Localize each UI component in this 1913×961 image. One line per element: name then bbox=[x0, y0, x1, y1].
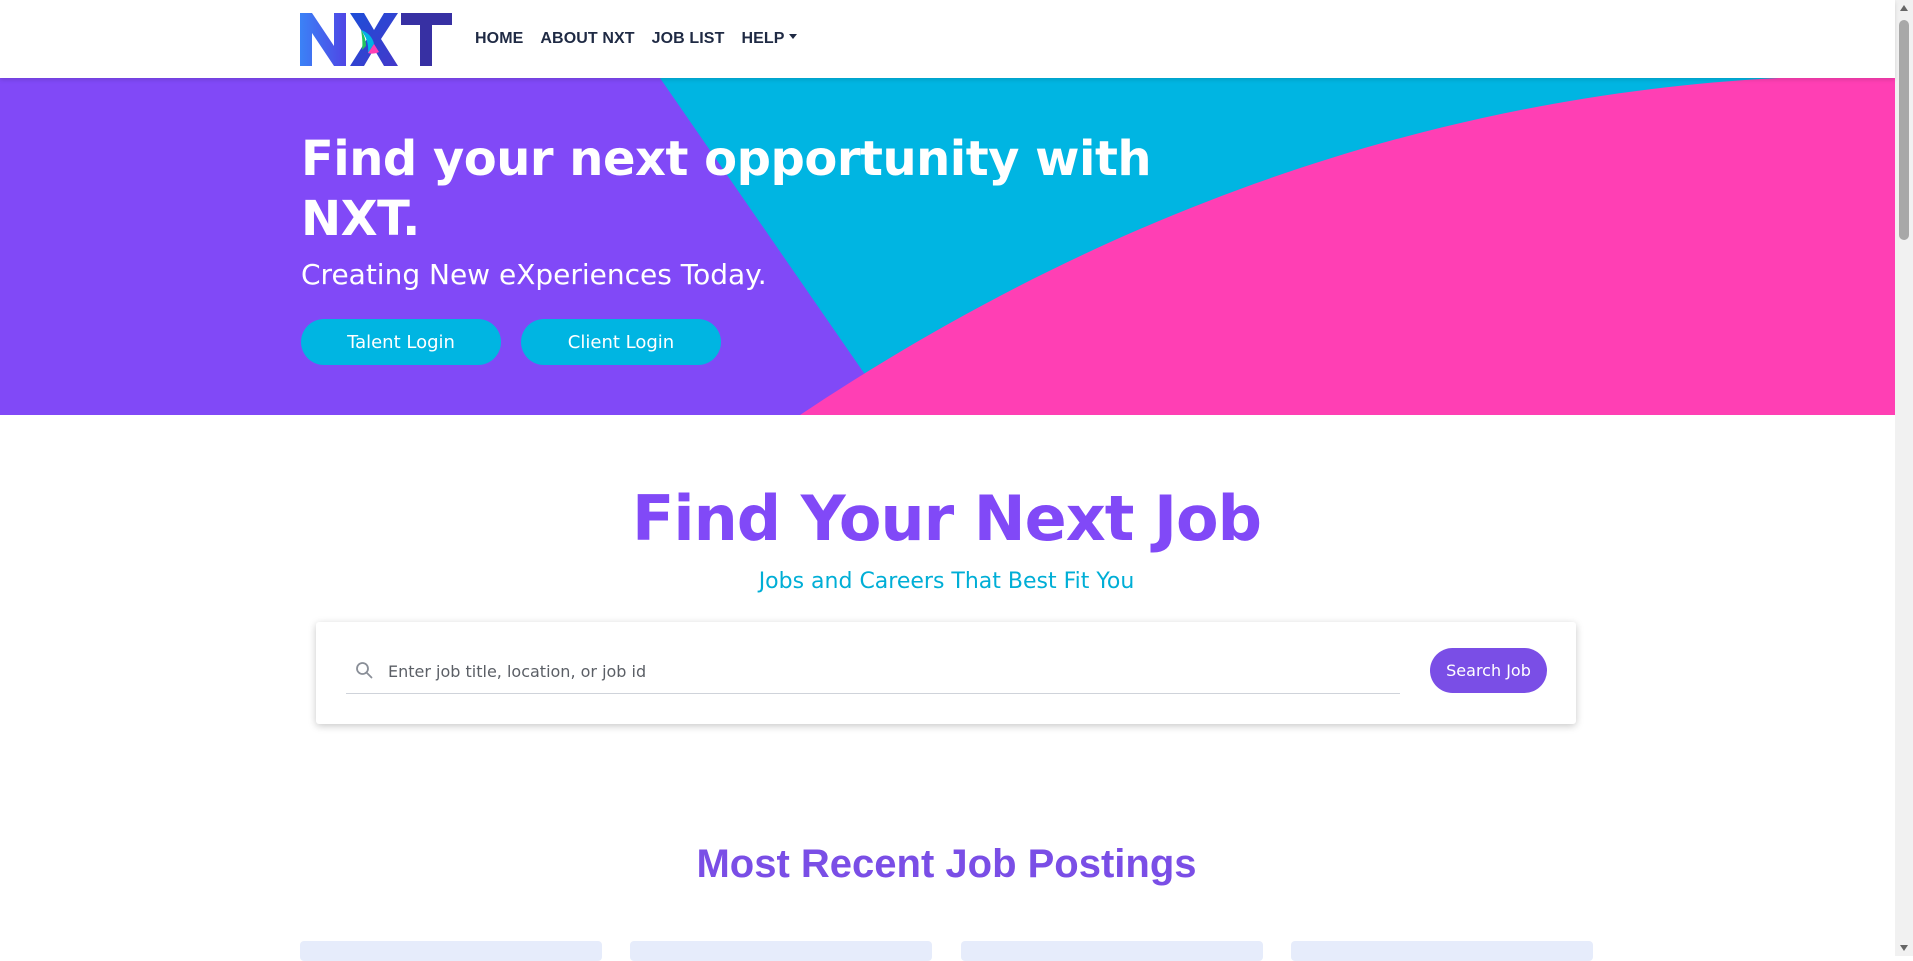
job-card[interactable] bbox=[1291, 941, 1593, 961]
site-header: HOME ABOUT NXT JOB LIST HELP bbox=[0, 0, 1895, 78]
find-job-subheading: Jobs and Careers That Best Fit You bbox=[758, 569, 1135, 594]
scroll-down-icon[interactable] bbox=[1900, 945, 1908, 951]
search-job-button[interactable]: Search Job bbox=[1430, 648, 1547, 693]
find-job-heading: Find Your Next Job bbox=[631, 482, 1262, 555]
scrollbar-thumb[interactable] bbox=[1899, 20, 1909, 240]
recent-postings-heading: Most Recent Job Postings bbox=[696, 842, 1197, 886]
nav-job-list[interactable]: JOB LIST bbox=[652, 30, 725, 48]
hero-title: Find your next opportunity with NXT. bbox=[301, 131, 1152, 247]
page-scrollbar[interactable] bbox=[1895, 0, 1913, 956]
talent-login-button[interactable]: Talent Login bbox=[301, 319, 501, 365]
hero-subtitle: Creating New eXperiences Today. bbox=[301, 258, 767, 291]
client-login-button[interactable]: Client Login bbox=[521, 319, 721, 365]
job-card[interactable] bbox=[961, 941, 1263, 961]
scroll-up-icon[interactable] bbox=[1900, 5, 1908, 11]
main-nav: HOME ABOUT NXT JOB LIST HELP bbox=[475, 0, 797, 78]
nxt-logo[interactable] bbox=[300, 12, 452, 66]
job-card[interactable] bbox=[630, 941, 932, 961]
job-card[interactable] bbox=[300, 941, 602, 961]
job-search-input[interactable] bbox=[386, 648, 1390, 694]
search-field bbox=[346, 648, 1400, 694]
job-search-card: Search Job bbox=[316, 622, 1576, 724]
nav-help-dropdown[interactable]: HELP bbox=[741, 30, 797, 48]
chevron-down-icon bbox=[788, 34, 797, 40]
nav-home[interactable]: HOME bbox=[475, 30, 523, 48]
nav-about[interactable]: ABOUT NXT bbox=[540, 30, 634, 48]
hero-banner: Find your next opportunity with NXT. Cre… bbox=[0, 78, 1895, 415]
search-icon bbox=[356, 662, 373, 679]
nav-help-label: HELP bbox=[741, 30, 785, 47]
